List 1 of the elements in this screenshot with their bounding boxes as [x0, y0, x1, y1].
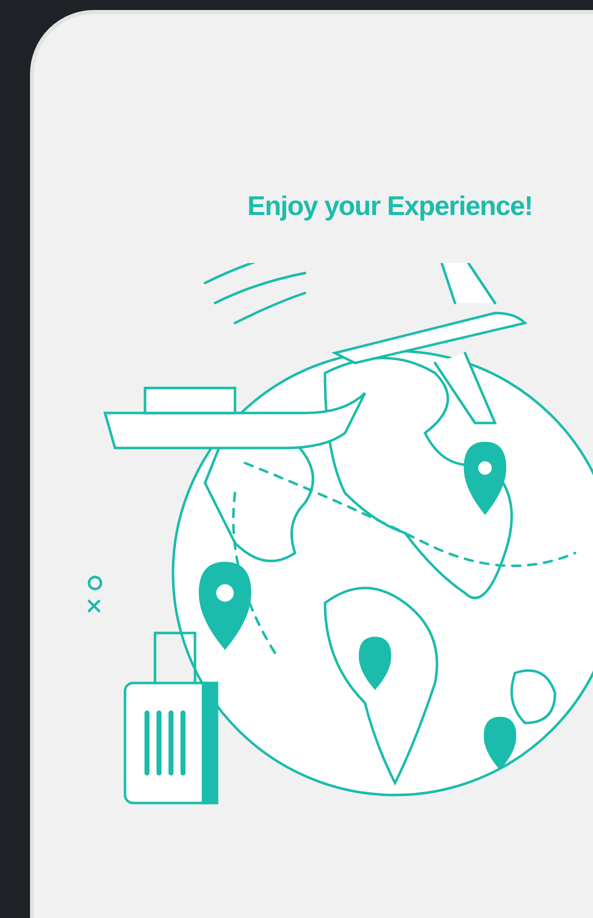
title: Enjoy your Experience!	[247, 190, 533, 223]
